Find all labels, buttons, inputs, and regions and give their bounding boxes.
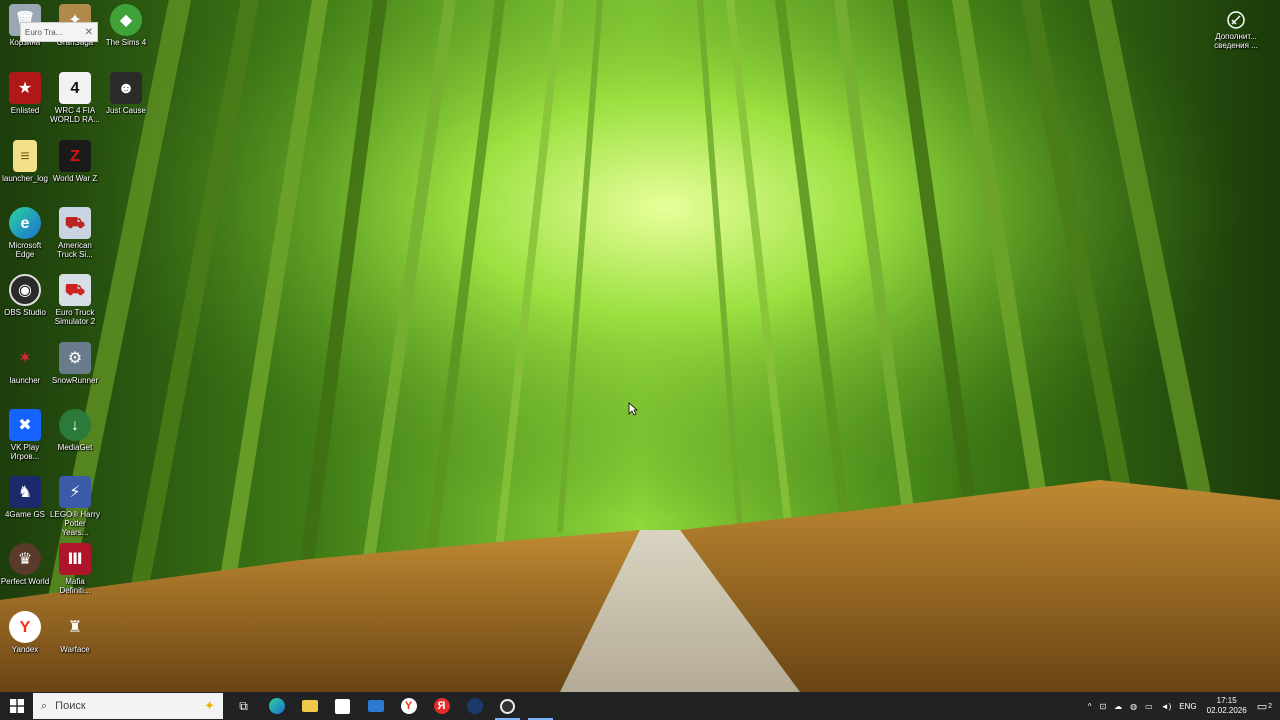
desktop-icon-launcher-log[interactable]: ≡ launcher_log bbox=[0, 140, 50, 183]
enlisted-icon: ★ bbox=[9, 72, 41, 104]
warface-icon: ♜ bbox=[67, 618, 83, 636]
volume-icon[interactable]: ◄) bbox=[1161, 702, 1172, 711]
desktop-icon-mafia[interactable]: Ⅲ Mafia Definiti... bbox=[50, 543, 100, 595]
taskbar-file-explorer[interactable] bbox=[293, 692, 326, 720]
edge-icon: e bbox=[9, 207, 41, 239]
notification-center-button[interactable]: ▭ 2 bbox=[1257, 700, 1272, 713]
lego-harry-potter-icon: ⚡ bbox=[59, 476, 91, 508]
tooltip-close-icon[interactable]: ✕ bbox=[85, 27, 93, 38]
clock-date: 02.02.2026 bbox=[1206, 706, 1247, 715]
taskbar-obs[interactable] bbox=[491, 692, 524, 720]
desktop-icon-edge[interactable]: e Microsoft Edge bbox=[0, 207, 50, 259]
steam-icon bbox=[466, 698, 483, 714]
desktop-icon-perfect-world[interactable]: ♛ Perfect World bbox=[0, 543, 50, 586]
search-icon: ⌕ bbox=[41, 699, 48, 712]
edge-icon bbox=[268, 698, 285, 714]
yandex-icon: Я bbox=[433, 698, 450, 714]
language-indicator[interactable]: ENG bbox=[1179, 702, 1196, 711]
desktop-icon-euro-truck[interactable]: ⛟ Euro Truck Simulator 2 bbox=[50, 274, 100, 326]
cloud-icon[interactable]: ☁ bbox=[1114, 702, 1122, 711]
desktop-icon-mediaget[interactable]: ↓ MediaGet bbox=[50, 409, 100, 452]
widget-label: Дополнит... сведения ... bbox=[1214, 32, 1258, 50]
mediaget-icon: ↓ bbox=[59, 409, 91, 441]
shield-icon[interactable]: ◍ bbox=[1130, 702, 1137, 711]
chevron-up-icon[interactable]: ^ bbox=[1088, 702, 1092, 711]
4game-icon: ♞ bbox=[9, 476, 41, 508]
desktop-icon-vk-play[interactable]: ✖ VK Play Игров... bbox=[0, 409, 50, 461]
taskbar-active-app[interactable] bbox=[524, 692, 557, 720]
desktop-icon-yandex[interactable]: Y Yandex bbox=[0, 611, 50, 654]
taskbar-steam[interactable] bbox=[458, 692, 491, 720]
euro-truck-icon: ⛟ bbox=[59, 274, 91, 306]
desktop[interactable]: 🗑 Корзина ✦ GranSaga ◆ The Sims 4 ★ Enli… bbox=[0, 0, 1280, 692]
system-tray: ^ ⊡ ☁ ◍ ▭ ◄) ENG 17:15 02.02.2026 ▭ 2 bbox=[1084, 692, 1280, 720]
file-explorer-icon bbox=[301, 700, 318, 712]
windows-logo-icon bbox=[9, 699, 24, 713]
mouse-cursor-icon bbox=[628, 402, 638, 416]
notification-count: 2 bbox=[1268, 702, 1272, 710]
launcher-icon: ✶ bbox=[18, 349, 32, 367]
desktop-icon-just-cause[interactable]: ☻ Just Cause bbox=[101, 72, 151, 115]
display-icon[interactable]: ▭ bbox=[1145, 702, 1153, 711]
search-highlight-icon: ✦ bbox=[204, 698, 215, 713]
wallpaper-bamboo-forest bbox=[0, 0, 1280, 692]
sims-icon: ◆ bbox=[110, 4, 142, 36]
perfect-world-icon: ♛ bbox=[9, 543, 41, 575]
task-view-button[interactable]: ⧉ bbox=[227, 692, 260, 720]
taskbar-yandex-browser[interactable]: Y bbox=[392, 692, 425, 720]
text-file-icon: ≡ bbox=[13, 140, 37, 172]
notification-icon: ▭ bbox=[1256, 700, 1268, 713]
notification-widget[interactable]: Дополнит... сведения ... bbox=[1206, 10, 1266, 50]
vk-play-icon: ✖ bbox=[9, 409, 41, 441]
taskbar-mail[interactable] bbox=[359, 692, 392, 720]
mafia-icon: Ⅲ bbox=[59, 543, 91, 575]
clock-time: 17:15 bbox=[1216, 696, 1237, 705]
desktop-icon-obs[interactable]: ◉ OBS Studio bbox=[0, 274, 50, 317]
task-view-icon: ⧉ bbox=[239, 698, 248, 713]
obs-icon bbox=[500, 698, 515, 714]
desktop-icon-american-truck[interactable]: ⛟ American Truck Si... bbox=[50, 207, 100, 259]
desktop-icon-sims[interactable]: ◆ The Sims 4 bbox=[101, 4, 151, 47]
yandex-browser-icon: Y bbox=[400, 698, 417, 714]
taskbar-store[interactable] bbox=[326, 692, 359, 720]
network-icon[interactable]: ⊡ bbox=[1099, 702, 1106, 711]
taskbar-search-box[interactable]: ⌕ Поиск ✦ bbox=[33, 693, 223, 719]
desktop-icon-lego-harry-potter[interactable]: ⚡ LEGO® Harry Potter Years... bbox=[50, 476, 100, 537]
desktop-icon-warface[interactable]: ♜ Warface bbox=[50, 611, 100, 654]
desktop-icon-wrc4[interactable]: 4 WRC 4 FIA WORLD RA... bbox=[50, 72, 100, 124]
desktop-icon-world-war-z[interactable]: Z World War Z bbox=[50, 140, 100, 183]
taskbar-edge[interactable] bbox=[260, 692, 293, 720]
tooltip-text: Euro Tra... bbox=[25, 27, 63, 37]
taskbar: ⌕ Поиск ✦ ⧉ Y Я ^ ⊡ ☁ ◍ ▭ ◄) ENG 17:15 0… bbox=[0, 692, 1280, 720]
search-placeholder: Поиск bbox=[55, 700, 86, 712]
yandex-icon: Y bbox=[9, 611, 41, 643]
obs-icon: ◉ bbox=[9, 274, 41, 306]
mail-icon bbox=[367, 700, 384, 712]
taskbar-preview-tooltip[interactable]: Euro Tra... ✕ bbox=[20, 22, 98, 42]
just-cause-icon: ☻ bbox=[110, 72, 142, 104]
desktop-icon-launcher[interactable]: ✶ launcher bbox=[0, 342, 50, 385]
snowrunner-icon: ⚙ bbox=[59, 342, 91, 374]
desktop-icon-4game[interactable]: ♞ 4Game GS bbox=[0, 476, 50, 519]
start-button[interactable] bbox=[0, 692, 33, 720]
wrc4-icon: 4 bbox=[59, 72, 91, 104]
desktop-icon-enlisted[interactable]: ★ Enlisted bbox=[0, 72, 50, 115]
world-war-z-icon: Z bbox=[59, 140, 91, 172]
american-truck-icon: ⛟ bbox=[59, 207, 91, 239]
clock[interactable]: 17:15 02.02.2026 bbox=[1207, 696, 1247, 716]
taskbar-yandex[interactable]: Я bbox=[425, 692, 458, 720]
store-icon bbox=[335, 698, 350, 714]
widget-close-circle-icon bbox=[1227, 11, 1245, 29]
desktop-icon-snowrunner[interactable]: ⚙ SnowRunner bbox=[50, 342, 100, 385]
